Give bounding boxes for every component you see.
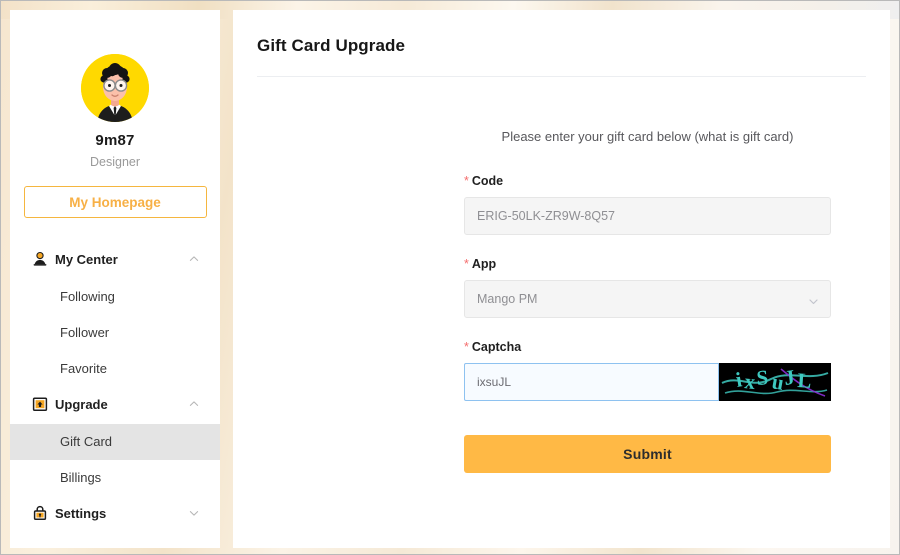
app-window: 9m87 Designer My Homepage My Center Foll…	[0, 0, 900, 555]
form-hint: Please enter your gift card below (what …	[501, 129, 794, 144]
field-captcha: * Captcha ixsuJL i x S u J L	[464, 340, 831, 401]
sidebar-item-billings[interactable]: Billings	[10, 460, 220, 496]
app-label: * App	[464, 257, 831, 271]
code-input[interactable]	[464, 197, 831, 235]
svg-text:L: L	[797, 368, 813, 393]
app-select[interactable]: Mango PM	[464, 280, 831, 318]
main-content: Gift Card Upgrade Please enter your gift…	[233, 10, 890, 548]
avatar-illustration	[81, 54, 149, 122]
my-homepage-button[interactable]: My Homepage	[23, 186, 207, 218]
required-marker: *	[464, 257, 469, 271]
submit-button[interactable]: Submit	[464, 435, 831, 473]
user-role: Designer	[89, 155, 141, 169]
code-label: * Code	[464, 174, 831, 188]
sidebar-item-following[interactable]: Following	[10, 279, 220, 315]
avatar[interactable]	[81, 54, 149, 122]
captcha-label-text: Captcha	[471, 340, 522, 354]
sidebar-item-favorite[interactable]: Favorite	[10, 351, 220, 387]
sidebar-group-upgrade[interactable]: Upgrade	[10, 387, 220, 421]
sidebar-group-label: Settings	[55, 505, 107, 521]
user-icon	[32, 251, 48, 267]
sidebar-item-gift-card[interactable]: Gift Card	[10, 424, 220, 460]
required-marker: *	[464, 174, 469, 188]
title-divider	[257, 76, 866, 77]
username: 9m87	[95, 132, 135, 149]
app-label-text: App	[471, 257, 497, 271]
code-label-text: Code	[471, 174, 504, 188]
required-marker: *	[464, 340, 469, 354]
gift-card-form: Please enter your gift card below (what …	[464, 129, 831, 473]
sidebar: 9m87 Designer My Homepage My Center Foll…	[10, 10, 220, 548]
upgrade-box-icon	[32, 396, 48, 412]
sidebar-group-label: My Center	[55, 251, 118, 267]
avatar-wrapper	[10, 54, 220, 122]
sidebar-group-my-center[interactable]: My Center	[10, 242, 220, 276]
captcha-row: i x S u J L	[464, 363, 831, 401]
chevron-up-icon[interactable]	[189, 399, 199, 408]
sidebar-group-settings[interactable]: Settings	[10, 496, 220, 530]
field-app: * App Mango PM	[464, 257, 831, 318]
chevron-down-icon	[808, 294, 819, 305]
app-select-value: Mango PM	[477, 292, 538, 306]
page-title: Gift Card Upgrade	[257, 36, 406, 55]
captcha-input[interactable]	[464, 363, 719, 401]
lock-icon	[32, 505, 48, 521]
chevron-down-icon[interactable]	[189, 508, 199, 517]
sidebar-item-follower[interactable]: Follower	[10, 315, 220, 351]
sidebar-group-label: Upgrade	[55, 396, 108, 412]
field-code: * Code	[464, 174, 831, 235]
captcha-label: * Captcha	[464, 340, 831, 354]
svg-text:S: S	[756, 365, 769, 390]
chevron-up-icon[interactable]	[189, 254, 199, 263]
sidebar-menu: My Center Following Follower Favorite Up…	[10, 242, 220, 530]
captcha-image[interactable]: i x S u J L	[719, 363, 831, 401]
